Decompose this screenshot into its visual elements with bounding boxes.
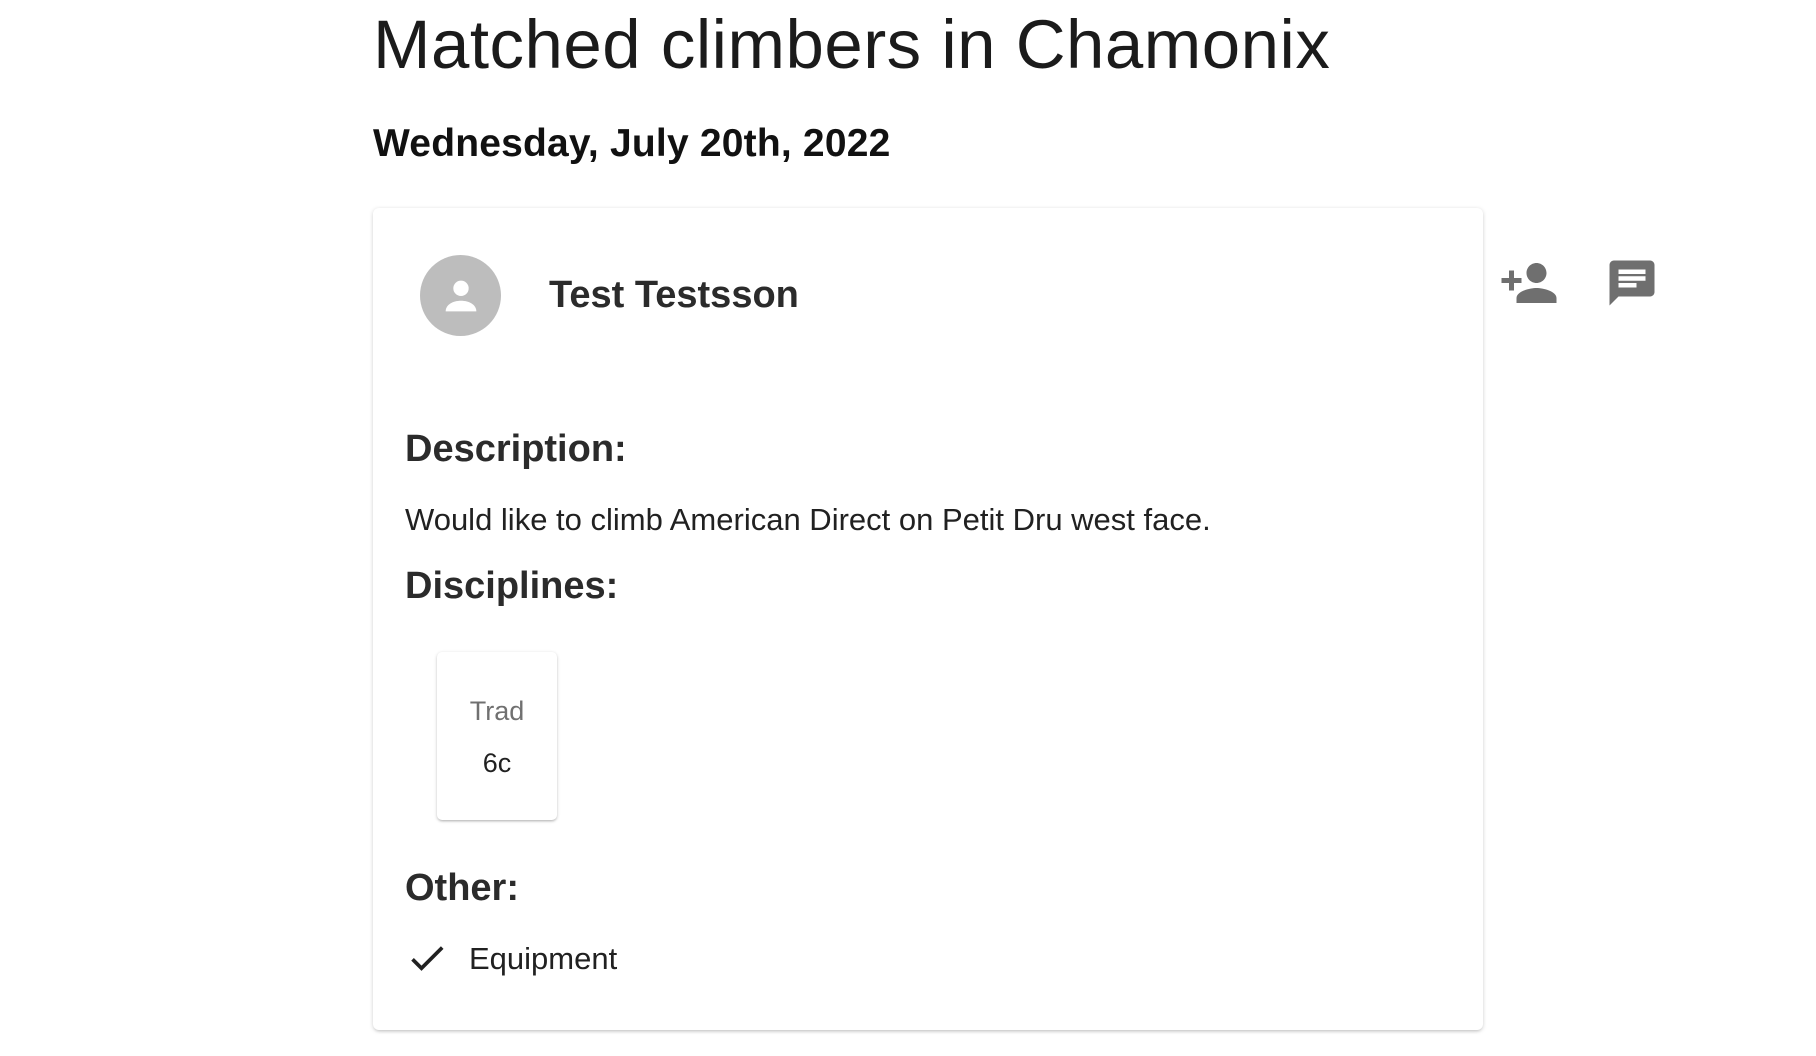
chat-icon — [1609, 260, 1655, 306]
add-friend-button[interactable] — [1488, 242, 1570, 324]
message-button[interactable] — [1591, 242, 1673, 324]
check-icon — [405, 936, 449, 980]
other-item-label: Equipment — [469, 940, 618, 976]
discipline-card[interactable]: Trad 6c — [437, 652, 557, 820]
page-title: Matched climbers in Chamonix — [373, 6, 1331, 83]
climber-card: Test Testsson Description: Would like to… — [373, 208, 1655, 1030]
page-container: Matched climbers in Chamonix Wednesday, … — [373, 0, 1655, 1030]
disciplines-heading: Disciplines: — [405, 565, 619, 607]
person-add-icon — [1501, 263, 1557, 303]
date-heading: Wednesday, July 20th, 2022 — [373, 122, 891, 165]
person-icon — [445, 280, 476, 311]
user-name[interactable]: Test Testsson — [549, 276, 799, 314]
discipline-name: Trad — [469, 696, 525, 726]
other-heading: Other: — [405, 867, 519, 909]
description-heading: Description: — [405, 428, 627, 470]
other-item: Equipment — [405, 938, 617, 978]
description-text: Would like to climb American Direct on P… — [405, 502, 1211, 537]
avatar[interactable] — [420, 255, 501, 336]
discipline-grade: 6c — [482, 748, 512, 778]
